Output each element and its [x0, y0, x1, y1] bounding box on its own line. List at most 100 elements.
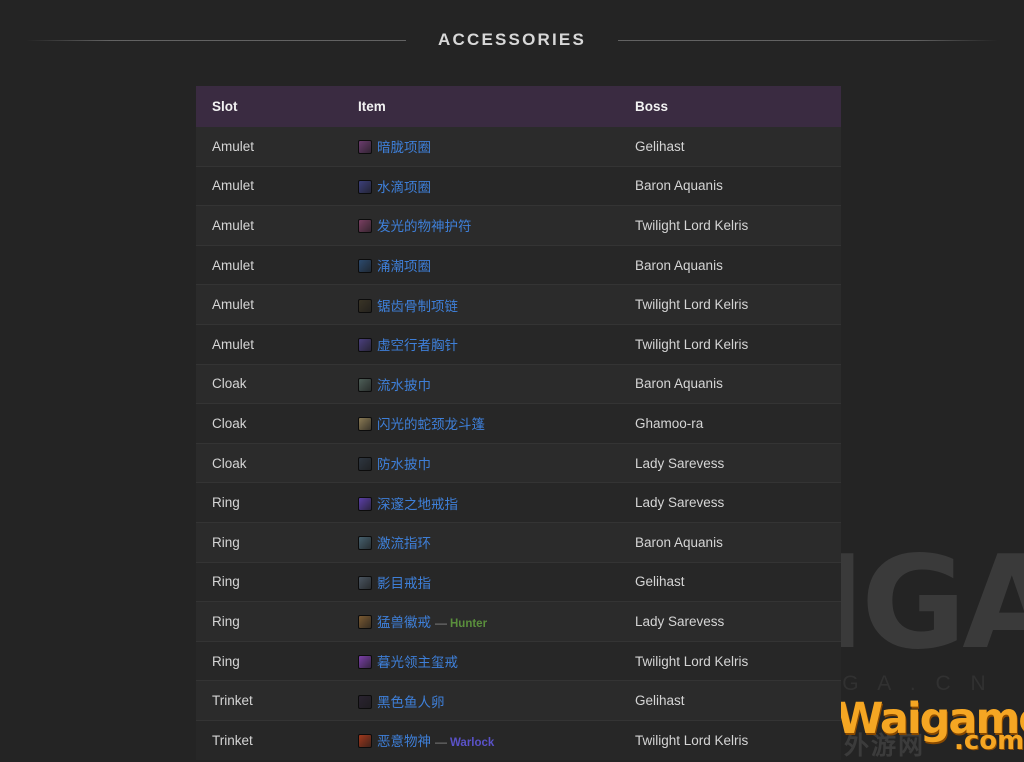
item-link[interactable]: 暗胧项圈	[377, 140, 431, 155]
cell-slot: Cloak	[196, 442, 344, 483]
table-row: Amulet 虚空行者胸针 Twilight Lord Kelris	[196, 323, 841, 365]
item-icon	[358, 179, 372, 194]
cell-boss: Twilight Lord Kelris	[621, 205, 841, 246]
cell-item: 涌潮项圈	[344, 244, 621, 285]
item-link[interactable]: 防水披巾	[377, 457, 431, 472]
cell-boss: Baron Aquanis	[621, 244, 841, 285]
cell-boss: Lady Sarevess	[621, 482, 841, 523]
item-icon	[358, 140, 372, 155]
item-link[interactable]: 恶意物神	[377, 734, 431, 749]
item-link[interactable]: 发光的物神护符	[377, 219, 472, 234]
cell-boss: Twilight Lord Kelris	[621, 284, 841, 325]
table-row: Cloak 防水披巾 Lady Sarevess	[196, 442, 841, 483]
table-row: Cloak 流水披巾 Baron Aquanis	[196, 363, 841, 404]
loot-table-container: Slot Item Boss Amulet 暗胧项圈 Gelihast Amulet 水…	[196, 86, 841, 760]
cell-slot: Ring	[196, 640, 344, 681]
cell-item: 锯齿骨制项链	[344, 284, 621, 325]
item-link[interactable]: 激流指环	[377, 536, 431, 551]
cell-boss: Twilight Lord Kelris	[621, 719, 841, 760]
item-link[interactable]: 水滴项圈	[377, 180, 431, 195]
item-link[interactable]: 涌潮项圈	[377, 259, 431, 274]
cell-item: 激流指环	[344, 521, 621, 563]
cell-boss: Gelihast	[621, 127, 841, 167]
divider-right	[617, 39, 999, 41]
cell-item: 影目戒指	[344, 561, 621, 602]
item-link[interactable]: 暮光领主玺戒	[377, 655, 458, 670]
table-row: Amulet 水滴项圈 Baron Aquanis	[196, 165, 841, 206]
item-icon	[358, 734, 372, 749]
item-icon	[358, 694, 372, 709]
waigamer-chinese-text: 外游网	[844, 731, 926, 760]
cell-item: 虚空行者胸针	[344, 323, 621, 365]
table-row: Cloak 闪光的蛇颈龙斗篷 Ghamoo-ra	[196, 403, 841, 444]
item-link[interactable]: 锯齿骨制项链	[377, 299, 458, 314]
cell-slot: Amulet	[196, 205, 344, 246]
class-restriction-label: Warlock	[450, 737, 495, 750]
cell-boss: Lady Sarevess	[621, 601, 841, 642]
cell-slot: Cloak	[196, 363, 344, 404]
cell-boss: Lady Sarevess	[621, 442, 841, 483]
item-icon	[358, 575, 372, 590]
cell-slot: Trinket	[196, 680, 344, 721]
table-row: Amulet 暗胧项圈 Gelihast	[196, 127, 841, 167]
cell-boss: Baron Aquanis	[621, 165, 841, 206]
cell-item: 黑色鱼人卵	[344, 680, 621, 721]
item-icon	[358, 655, 372, 670]
cell-boss: Baron Aquanis	[621, 363, 841, 404]
item-link[interactable]: 闪光的蛇颈龙斗篷	[377, 417, 485, 432]
waigamer-watermark-text: Waigamer	[836, 694, 1024, 744]
table-row: Amulet 锯齿骨制项链 Twilight Lord Kelris	[196, 284, 841, 325]
table-row: Trinket 黑色鱼人卵 Gelihast	[196, 680, 841, 721]
item-icon	[358, 377, 372, 392]
item-icon	[358, 457, 372, 472]
loot-table: Slot Item Boss Amulet 暗胧项圈 Gelihast Amulet 水…	[196, 86, 841, 760]
item-link[interactable]: 流水披巾	[377, 378, 431, 393]
page-title: ACCESSORIES	[438, 30, 586, 49]
item-link[interactable]: 猛兽徽戒	[377, 615, 431, 630]
cell-slot: Ring	[196, 561, 344, 602]
item-icon	[358, 219, 372, 234]
cell-item: 闪光的蛇颈龙斗篷	[344, 403, 621, 444]
waigamer-domain-suffix: .com	[954, 726, 1024, 756]
table-header-row: Slot Item Boss	[196, 86, 841, 127]
cell-slot: Amulet	[196, 323, 344, 365]
cell-boss: Twilight Lord Kelris	[621, 323, 841, 365]
cell-item: 流水披巾	[344, 363, 621, 404]
table-row: Ring 激流指环 Baron Aquanis	[196, 521, 841, 563]
cell-slot: Ring	[196, 482, 344, 523]
table-row: Ring 猛兽徽戒 — Hunter Lady Sarevess	[196, 601, 841, 642]
cell-item: 防水披巾	[344, 442, 621, 483]
cell-slot: Trinket	[196, 719, 344, 760]
item-icon	[358, 417, 372, 432]
column-header-slot[interactable]: Slot	[196, 86, 344, 127]
cell-boss: Ghamoo-ra	[621, 403, 841, 444]
cell-slot: Amulet	[196, 165, 344, 206]
cell-slot: Ring	[196, 601, 344, 642]
cell-slot: Amulet	[196, 284, 344, 325]
cell-item: 暮光领主玺戒	[344, 640, 621, 681]
cell-slot: Ring	[196, 521, 344, 563]
item-icon	[358, 259, 372, 274]
table-row: Ring 影目戒指 Gelihast	[196, 561, 841, 602]
cell-item: 深邃之地戒指	[344, 482, 621, 523]
divider-left	[26, 39, 407, 41]
table-row: Ring 深邃之地戒指 Lady Sarevess	[196, 482, 841, 523]
table-row: Ring 暮光领主玺戒 Twilight Lord Kelris	[196, 640, 841, 681]
cell-slot: Amulet	[196, 244, 344, 285]
item-icon	[358, 338, 372, 353]
item-link[interactable]: 黑色鱼人卵	[377, 695, 445, 710]
cell-boss: Baron Aquanis	[621, 521, 841, 563]
item-link[interactable]: 深邃之地戒指	[377, 497, 458, 512]
column-header-boss[interactable]: Boss	[621, 86, 841, 127]
class-restriction-label: Hunter	[450, 618, 488, 631]
item-icon	[358, 615, 372, 630]
item-link[interactable]: 影目戒指	[377, 576, 431, 591]
loot-table-head: Slot Item Boss	[196, 86, 841, 127]
section-header: ACCESSORIES	[0, 24, 1024, 56]
item-icon	[358, 536, 372, 551]
spec-separator: —	[435, 735, 447, 750]
cell-item: 水滴项圈	[344, 165, 621, 206]
item-link[interactable]: 虚空行者胸针	[377, 338, 458, 353]
spec-separator: —	[435, 616, 447, 631]
column-header-item[interactable]: Item	[344, 86, 621, 127]
